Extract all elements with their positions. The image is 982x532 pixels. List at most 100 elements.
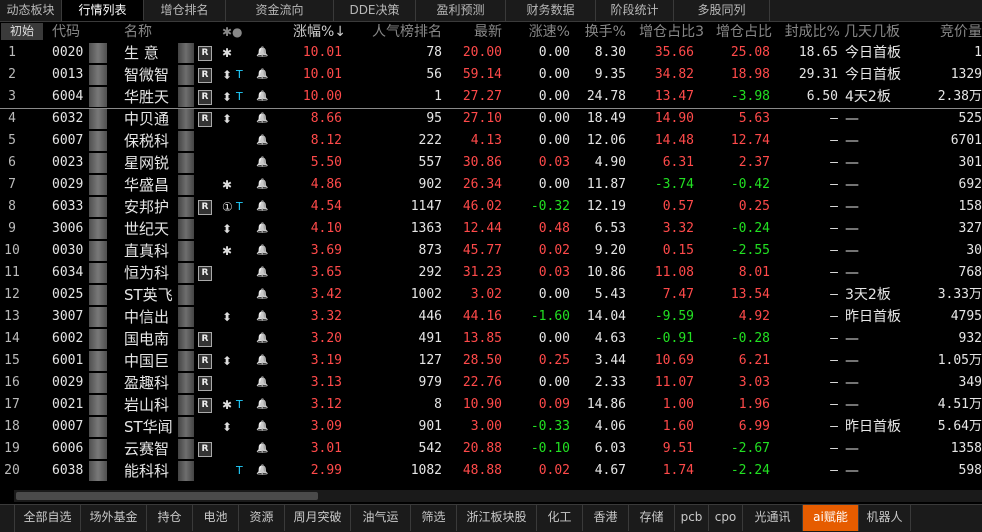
table-row[interactable]: 12 0025 ST英飞 🔔 3.42 1002 3.02 0.00 5.43 7.47 13.54… (0, 284, 982, 306)
top-tab-5[interactable]: 盈利预测 (416, 0, 506, 21)
bell-icon[interactable]: 🔔 (256, 372, 268, 394)
bottom-tab-3[interactable]: 电池 (193, 505, 239, 531)
table-row[interactable]: 7 0029 华盛昌 ✱ 🔔 4.86 902 26.34 0.00 11.87 -3.74 -0.4… (0, 174, 982, 196)
add-pos-ratio: 0.25 (738, 199, 770, 214)
bell-icon[interactable]: 🔔 (256, 306, 268, 328)
bell-icon[interactable]: 🔔 (256, 86, 268, 108)
popularity-rank: 901 (418, 419, 442, 434)
top-tab-4[interactable]: DDE决策 (334, 0, 416, 21)
top-tab-7[interactable]: 阶段统计 (596, 0, 674, 21)
stock-name: 盈趣科 (124, 374, 170, 392)
table-row[interactable]: 4 6032 中贝通 R ⬍ 🔔 8.66 95 27.10 0.00 18.49 14.90 5.63… (0, 108, 982, 130)
seal-ratio: — (830, 111, 838, 126)
bottom-tab-16[interactable]: 机器人 (859, 505, 911, 531)
col-popularity[interactable]: 人气榜排名 (360, 22, 442, 42)
bell-icon[interactable]: 🔔 (256, 350, 268, 372)
bell-icon[interactable]: 🔔 (256, 460, 268, 482)
col-speed[interactable]: 涨速% (522, 22, 570, 42)
scrollbar-thumb[interactable] (16, 492, 318, 500)
col-turnover[interactable]: 换手% (584, 22, 626, 42)
bottom-tab-9[interactable]: 化工 (537, 505, 583, 531)
col-change-pct[interactable]: 涨幅%↓ (290, 22, 346, 42)
col-latest[interactable]: 最新 (460, 22, 502, 42)
bottom-tab-2[interactable]: 持仓 (147, 505, 193, 531)
bell-icon[interactable]: 🔔 (256, 262, 268, 284)
bell-icon[interactable]: 🔔 (256, 218, 268, 240)
table-row[interactable]: 6 0023 星网锐 🔔 5.50 557 30.86 0.03 4.90 6.31 2.37 — — 3… (0, 152, 982, 174)
bell-icon[interactable]: 🔔 (256, 174, 268, 196)
table-row[interactable]: 10 0030 直真科 ✱ 🔔 3.69 873 45.77 0.02 9.20 0.15 -2.55… (0, 240, 982, 262)
col-name[interactable]: 名称 (124, 22, 164, 42)
top-tab-8[interactable]: 多股同列 (674, 0, 770, 21)
col-add-pos-2[interactable]: 增仓占比 (702, 22, 772, 42)
stock-code: 0029 (52, 375, 84, 390)
table-row[interactable]: 20 6038 能科科 T 🔔 2.99 1082 48.88 0.02 4.67 1.74 -2.2… (0, 460, 982, 482)
table-row[interactable]: 14 6002 国电南 R 🔔 3.20 491 13.85 0.00 4.63 -0.91 -0.2… (0, 328, 982, 350)
table-row[interactable]: 8 6033 安邦护 R ① T 🔔 4.54 1147 46.02 -0.32 12.19 0.57 0… (0, 196, 982, 218)
bell-icon[interactable]: 🔔 (256, 152, 268, 174)
col-flags[interactable]: ✱● (222, 22, 252, 42)
latest-price: 28.50 (462, 353, 502, 368)
table-row[interactable]: 3 6004 华胜天 R ⬍ T 🔔 10.00 1 27.27 0.00 24.78 13.47 -3.… (0, 86, 982, 108)
init-button[interactable]: 初始 (1, 23, 43, 40)
bottom-tab-15[interactable]: ai赋能 (803, 505, 859, 531)
bottom-tab-6[interactable]: 油气运 (351, 505, 411, 531)
bell-icon[interactable]: 🔔 (256, 416, 268, 438)
table-row[interactable]: 1 0020 生 意 R ✱ 🔔 10.01 78 20.00 0.00 8.30 35.66 25.… (0, 42, 982, 64)
table-row[interactable]: 17 0021 岩山科 R ✱ T 🔔 3.12 8 10.90 0.09 14.86 1.00 1.96… (0, 394, 982, 416)
col-board-days[interactable]: 几天几板 (844, 22, 912, 42)
speed-pct: 0.00 (538, 177, 570, 192)
top-tab-3[interactable]: 资金流向 (226, 0, 334, 21)
bell-icon[interactable]: 🔔 (256, 394, 268, 416)
table-row[interactable]: 15 6001 中国巨 R ⬍ 🔔 3.19 127 28.50 0.25 3.44 10.69 6.2… (0, 350, 982, 372)
bell-icon[interactable]: 🔔 (256, 64, 268, 86)
table-row[interactable]: 11 6034 恒为科 R 🔔 3.65 292 31.23 0.03 10.86 11.08 8.0… (0, 262, 982, 284)
flag-icon: ✱ (222, 398, 233, 412)
bottom-tab-8[interactable]: 浙江板块股 (457, 505, 537, 531)
bell-icon[interactable]: 🔔 (256, 284, 268, 306)
name-redaction (178, 329, 194, 349)
bottom-tab-10[interactable]: 香港 (583, 505, 629, 531)
bottom-tab-13[interactable]: cpo (709, 505, 743, 531)
bottom-tab-1[interactable]: 场外基金 (81, 505, 147, 531)
bottom-tab-11[interactable]: 存储 (629, 505, 675, 531)
top-tab-0[interactable]: 动态板块 (0, 0, 62, 21)
stock-name: 华胜天 (124, 88, 170, 106)
change-pct: 10.01 (302, 67, 342, 82)
top-tab-2[interactable]: 增仓排名 (144, 0, 226, 21)
top-tab-6[interactable]: 财务数据 (506, 0, 596, 21)
table-row[interactable]: 18 0007 ST华闻 ⬍ 🔔 3.09 901 3.00 -0.33 4.06 1.60 6.99… (0, 416, 982, 438)
table-row[interactable]: 13 3007 中信出 ⬍ 🔔 3.32 446 44.16 -1.60 14.04 -9.59 4.… (0, 306, 982, 328)
auction-volume: 2.38万 (937, 89, 982, 104)
turnover-pct: 10.86 (586, 265, 626, 280)
popularity-rank: 1 (434, 89, 442, 104)
table-row[interactable]: 5 6007 保税科 🔔 8.12 222 4.13 0.00 12.06 14.48 12.74 —… (0, 130, 982, 152)
table-row[interactable]: 9 3006 世纪天 ⬍ 🔔 4.10 1363 12.44 0.48 6.53 3.32 -0.24… (0, 218, 982, 240)
bell-icon[interactable]: 🔔 (256, 108, 268, 130)
margin-r-icon: R (198, 90, 212, 105)
bell-icon[interactable]: 🔔 (256, 196, 268, 218)
add-pos-ratio-3: 9.51 (662, 441, 694, 456)
bell-icon[interactable]: 🔔 (256, 438, 268, 460)
seal-ratio: 18.65 (798, 45, 838, 60)
horizontal-scrollbar[interactable] (14, 490, 982, 502)
table-row[interactable]: 19 6006 云赛智 R 🔔 3.01 542 20.88 -0.10 6.03 9.51 -2.6… (0, 438, 982, 460)
bell-icon[interactable]: 🔔 (256, 328, 268, 350)
col-seal-ratio[interactable]: 封成比% (780, 22, 840, 42)
bottom-tab-4[interactable]: 资源 (239, 505, 285, 531)
col-auction[interactable]: 竞价量 (936, 22, 982, 42)
seal-ratio: 29.31 (798, 67, 838, 82)
bell-icon[interactable]: 🔔 (256, 42, 268, 64)
col-code[interactable]: 代码 (52, 22, 92, 42)
bottom-tab-7[interactable]: 筛选 (411, 505, 457, 531)
bottom-tab-5[interactable]: 周月突破 (285, 505, 351, 531)
table-row[interactable]: 16 0029 盈趣科 R 🔔 3.13 979 22.76 0.00 2.33 11.07 3.03… (0, 372, 982, 394)
col-add-pos-1[interactable]: 增仓占比3 (628, 22, 704, 42)
bottom-tab-14[interactable]: 光通讯 (743, 505, 803, 531)
top-tab-1[interactable]: 行情列表 (62, 0, 144, 21)
bottom-tab-12[interactable]: pcb (675, 505, 709, 531)
bell-icon[interactable]: 🔔 (256, 130, 268, 152)
bell-icon[interactable]: 🔔 (256, 240, 268, 262)
bottom-tab-0[interactable]: 全部自选 (15, 505, 81, 531)
table-row[interactable]: 2 0013 智微智 R ⬍ T 🔔 10.01 56 59.14 0.00 9.35 34.82 18.… (0, 64, 982, 86)
